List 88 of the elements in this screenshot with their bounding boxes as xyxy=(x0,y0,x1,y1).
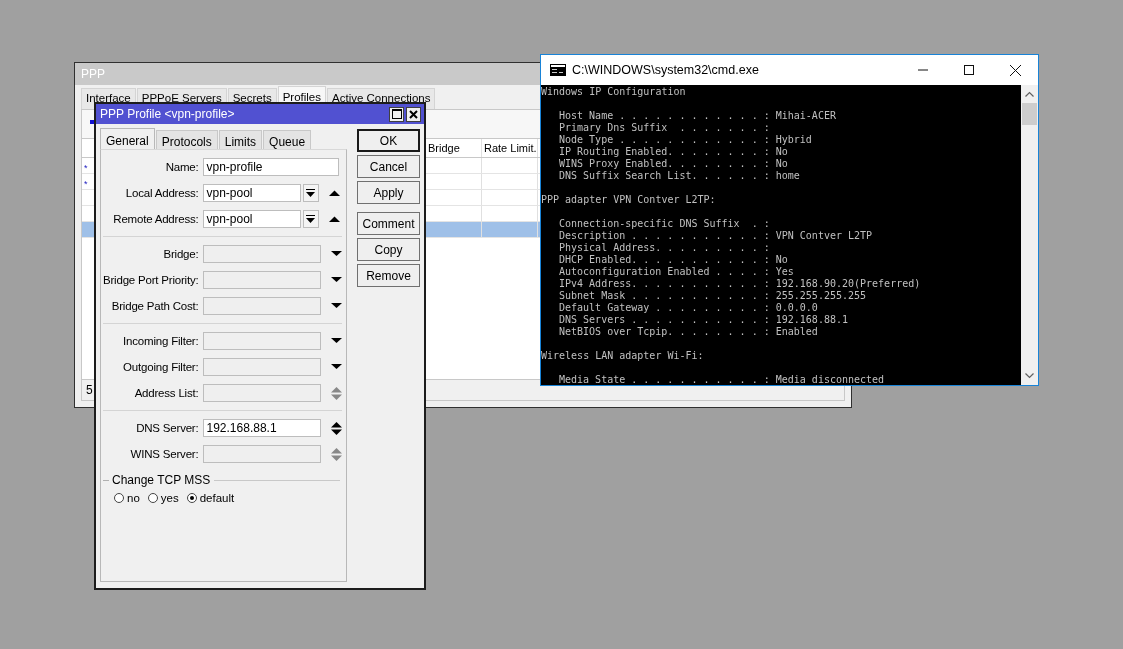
dialog-button[interactable]: Comment xyxy=(357,212,420,235)
console-line: WINS Proxy Enabled. . . . . . . . : No xyxy=(559,158,788,170)
tab[interactable]: Limits xyxy=(218,130,263,149)
console-line: Wireless LAN adapter Wi-Fi: xyxy=(541,350,704,362)
input-field[interactable]: vpn-pool xyxy=(202,210,301,228)
maximize-icon xyxy=(964,65,974,75)
scroll-thumb[interactable] xyxy=(1022,103,1037,125)
scrollbar[interactable] xyxy=(1021,85,1038,385)
radio-option[interactable]: yes xyxy=(147,492,179,504)
field-label: Bridge Path Cost: xyxy=(110,300,199,312)
flag-label: * xyxy=(84,163,88,173)
maximize-button[interactable] xyxy=(389,106,404,122)
close-icon xyxy=(1009,64,1021,76)
input-field[interactable]: 192.168.88.1 xyxy=(202,419,321,437)
input-field[interactable] xyxy=(202,297,321,315)
input-field[interactable]: vpn-pool xyxy=(202,184,301,202)
dropdown-icon xyxy=(306,188,315,198)
radio-icon[interactable] xyxy=(114,493,124,503)
radio-checked-icon[interactable] xyxy=(186,493,197,503)
console-line: IPv4 Address. . . . . . . . . . . : 192.168.90.20(Preferred) xyxy=(559,278,921,290)
console-line: Description . . . . . . . . . . . : VPN Contver L2TP xyxy=(559,230,873,242)
tab[interactable]: General xyxy=(100,128,155,149)
item-count: 5 xyxy=(86,383,93,397)
close-button[interactable] xyxy=(406,106,421,122)
dropdown-icon xyxy=(306,214,315,224)
field-label: Bridge: xyxy=(162,248,199,260)
close-icon xyxy=(409,109,418,119)
field-label: Incoming Filter: xyxy=(122,335,199,347)
field-label: Local Address: xyxy=(124,187,199,199)
console-line: Physical Address. . . . . . . . . : xyxy=(559,242,770,254)
dropdown-button[interactable] xyxy=(302,210,319,228)
dropdown-button[interactable] xyxy=(302,184,319,202)
dialog-button[interactable]: Apply xyxy=(357,181,420,204)
input-field[interactable] xyxy=(202,384,321,402)
input-field[interactable]: vpn-profile xyxy=(202,158,339,176)
dialog-button[interactable]: Remove xyxy=(357,264,420,287)
console-line: Connection-specific DNS Suffix . : xyxy=(559,218,770,230)
up-arrow-icon[interactable] xyxy=(328,216,340,222)
spinner-icon[interactable] xyxy=(330,421,342,435)
column-header[interactable]: Rate Limit. xyxy=(482,139,538,157)
field-label: Bridge Port Priority: xyxy=(103,274,199,286)
scroll-down-icon[interactable] xyxy=(1025,373,1034,379)
console-line: Node Type . . . . . . . . . . . . : Hybrid xyxy=(559,134,812,146)
field-label: Outgoing Filter: xyxy=(122,361,199,373)
input-field[interactable] xyxy=(202,271,321,289)
console-line: PPP adapter VPN Contver L2TP: xyxy=(541,194,716,206)
input-field[interactable] xyxy=(202,332,321,350)
field-label: Name: xyxy=(164,161,199,173)
dialog-button[interactable]: OK xyxy=(357,129,420,152)
window-title: C:\WINDOWS\system32\cmd.exe xyxy=(572,63,760,77)
console-line: Windows IP Configuration xyxy=(541,86,686,98)
down-arrow-icon[interactable] xyxy=(330,251,342,257)
input-field[interactable] xyxy=(202,358,321,376)
scroll-up-icon[interactable] xyxy=(1025,91,1034,97)
field-label: Remote Address: xyxy=(112,213,199,225)
up-arrow-icon[interactable] xyxy=(328,190,340,196)
input-field[interactable] xyxy=(202,245,321,263)
flag-label: * xyxy=(84,179,88,189)
console-line: Primary Dns Suffix . . . . . . . : xyxy=(559,122,770,134)
maximize-icon xyxy=(391,109,402,119)
console-line: DNS Suffix Search List. . . . . . : home xyxy=(559,170,800,182)
field-label: DNS Server: xyxy=(135,422,199,434)
field-label: Address List: xyxy=(133,387,199,399)
tab[interactable]: Queue xyxy=(263,130,312,149)
console-line: Host Name . . . . . . . . . . . . : Mihai-ACER xyxy=(559,110,836,122)
console-line: DNS Servers . . . . . . . . . . . : 192.168.88.1 xyxy=(559,314,848,326)
console-line: Autoconfiguration Enabled . . . . : Yes xyxy=(559,266,794,278)
input-field[interactable] xyxy=(202,445,321,463)
field-label: WINS Server: xyxy=(129,448,199,460)
radio-option[interactable]: no xyxy=(114,492,140,504)
group-title: Change TCP MSS xyxy=(112,473,211,487)
down-arrow-icon[interactable] xyxy=(330,277,342,283)
console-icon xyxy=(550,64,566,76)
down-arrow-icon[interactable] xyxy=(330,364,342,370)
console-line: Subnet Mask . . . . . . . . . . . : 255.255.255.255 xyxy=(559,290,867,302)
radio-icon[interactable] xyxy=(147,493,158,503)
down-arrow-icon[interactable] xyxy=(330,338,342,344)
tab[interactable]: Protocols xyxy=(155,130,218,149)
console-line: Default Gateway . . . . . . . . . : 0.0.0.0 xyxy=(559,302,818,314)
console-line: Media State . . . . . . . . . . . : Media disconnected xyxy=(559,374,885,385)
dialog-title: PPP Profile <vpn-profile> xyxy=(100,107,236,121)
console-line: DHCP Enabled. . . . . . . . . . . : No xyxy=(559,254,788,266)
console-line: NetBIOS over Tcpip. . . . . . . . : Enabled xyxy=(559,326,818,338)
dialog-button[interactable]: Copy xyxy=(357,238,420,261)
console-line: IP Routing Enabled. . . . . . . . : No xyxy=(559,146,788,158)
down-arrow-icon[interactable] xyxy=(330,303,342,309)
dialog-button[interactable]: Cancel xyxy=(357,155,420,178)
radio-option[interactable]: default xyxy=(186,492,235,504)
